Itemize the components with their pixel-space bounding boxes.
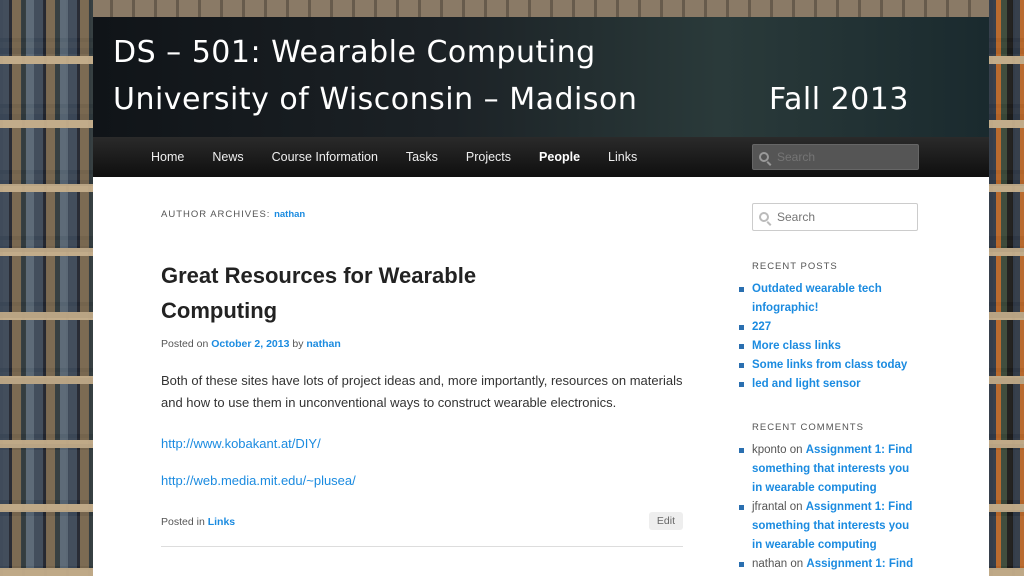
posted-on-label: Posted on xyxy=(161,338,209,350)
nav-item-tasks[interactable]: Tasks xyxy=(406,150,438,164)
resource-link-kobakant[interactable]: http://www.kobakant.at/DIY/ xyxy=(161,436,701,451)
post-author-link[interactable]: nathan xyxy=(306,338,340,350)
background-bookshelf-left xyxy=(0,0,93,576)
list-item: kponto on Assignment 1: Find something t… xyxy=(739,441,922,498)
post-divider xyxy=(161,546,683,547)
comment-on-label: on xyxy=(790,558,804,570)
list-item: 227 xyxy=(739,318,922,337)
post-meta: Posted on October 2, 2013 by nathan xyxy=(161,338,701,350)
nav-item-course-information[interactable]: Course Information xyxy=(272,150,378,164)
nav-search-box xyxy=(752,144,919,170)
nav-search-input[interactable] xyxy=(777,150,907,164)
recent-posts-list: Outdated wearable tech infographic! 227 … xyxy=(739,280,922,394)
posted-in-label: Posted in xyxy=(161,516,205,528)
recent-post-link[interactable]: More class links xyxy=(752,340,841,352)
list-item: Some links from class today xyxy=(739,356,922,375)
bullet-icon xyxy=(739,448,744,453)
recent-comments-title: Recent Comments xyxy=(752,422,864,433)
bullet-icon xyxy=(739,382,744,387)
bullet-icon xyxy=(739,363,744,368)
resource-link-plusea[interactable]: http://web.media.mit.edu/~plusea/ xyxy=(161,473,701,488)
nav-item-news[interactable]: News xyxy=(212,150,243,164)
post-body: Both of these sites have lots of project… xyxy=(161,373,683,410)
archive-author[interactable]: nathan xyxy=(274,209,305,220)
recent-post-link[interactable]: 227 xyxy=(752,321,771,333)
edit-button[interactable]: Edit xyxy=(648,512,683,530)
bullet-icon xyxy=(739,562,744,567)
main-content: Author Archives: nathan Great Resources … xyxy=(161,209,701,547)
nav-item-projects[interactable]: Projects xyxy=(466,150,511,164)
sidebar-search-input[interactable] xyxy=(777,210,907,224)
comment-post-link[interactable]: Assignment 1: Find xyxy=(806,558,913,570)
site-title-university[interactable]: University of Wisconsin – Madison xyxy=(113,82,637,117)
bullet-icon xyxy=(739,505,744,510)
category-link[interactable]: Links xyxy=(208,516,235,528)
site-title-course[interactable]: DS – 501: Wearable Computing xyxy=(113,35,596,70)
recent-post-link[interactable]: led and light sensor xyxy=(752,378,861,390)
background-bookshelf-right xyxy=(989,0,1024,576)
page-container: DS – 501: Wearable Computing University … xyxy=(93,17,989,576)
comment-author: nathan xyxy=(752,558,788,570)
recent-comments-list: kponto on Assignment 1: Find something t… xyxy=(739,441,922,574)
search-icon xyxy=(759,212,769,222)
comment-on-label: on xyxy=(789,501,803,513)
nav-item-home[interactable]: Home xyxy=(151,150,184,164)
post-title[interactable]: Great Resources for Wearable Computing xyxy=(161,258,521,328)
bullet-icon xyxy=(739,325,744,330)
recent-post-link[interactable]: Outdated wearable tech infographic! xyxy=(752,283,882,314)
comment-author: kponto xyxy=(752,444,787,456)
sidebar-search-box xyxy=(752,203,918,231)
post-date-link[interactable]: October 2, 2013 xyxy=(211,338,289,350)
site-title-term[interactable]: Fall 2013 xyxy=(769,82,909,117)
sidebar: Recent Posts Outdated wearable tech info… xyxy=(739,203,922,574)
archive-label: Author Archives: xyxy=(161,209,271,220)
by-label: by xyxy=(292,338,304,350)
list-item: More class links xyxy=(739,337,922,356)
comment-on-label: on xyxy=(789,444,803,456)
site-header: DS – 501: Wearable Computing University … xyxy=(93,17,989,137)
list-item: Outdated wearable tech infographic! xyxy=(739,280,922,318)
nav-item-links[interactable]: Links xyxy=(608,150,637,164)
comment-author: jfrantal xyxy=(752,501,787,513)
nav-item-people[interactable]: People xyxy=(539,150,580,164)
search-icon xyxy=(759,152,769,162)
post-footer: Posted in Links Edit xyxy=(161,512,683,530)
recent-post-link[interactable]: Some links from class today xyxy=(752,359,907,371)
bullet-icon xyxy=(739,344,744,349)
recent-posts-title: Recent Posts xyxy=(752,261,838,272)
list-item: led and light sensor xyxy=(739,375,922,394)
list-item: jfrantal on Assignment 1: Find something… xyxy=(739,498,922,555)
archive-title: Author Archives: nathan xyxy=(161,209,701,220)
main-nav: Home News Course Information Tasks Proje… xyxy=(93,137,989,177)
list-item: nathan on Assignment 1: Find xyxy=(739,555,922,574)
bullet-icon xyxy=(739,287,744,292)
